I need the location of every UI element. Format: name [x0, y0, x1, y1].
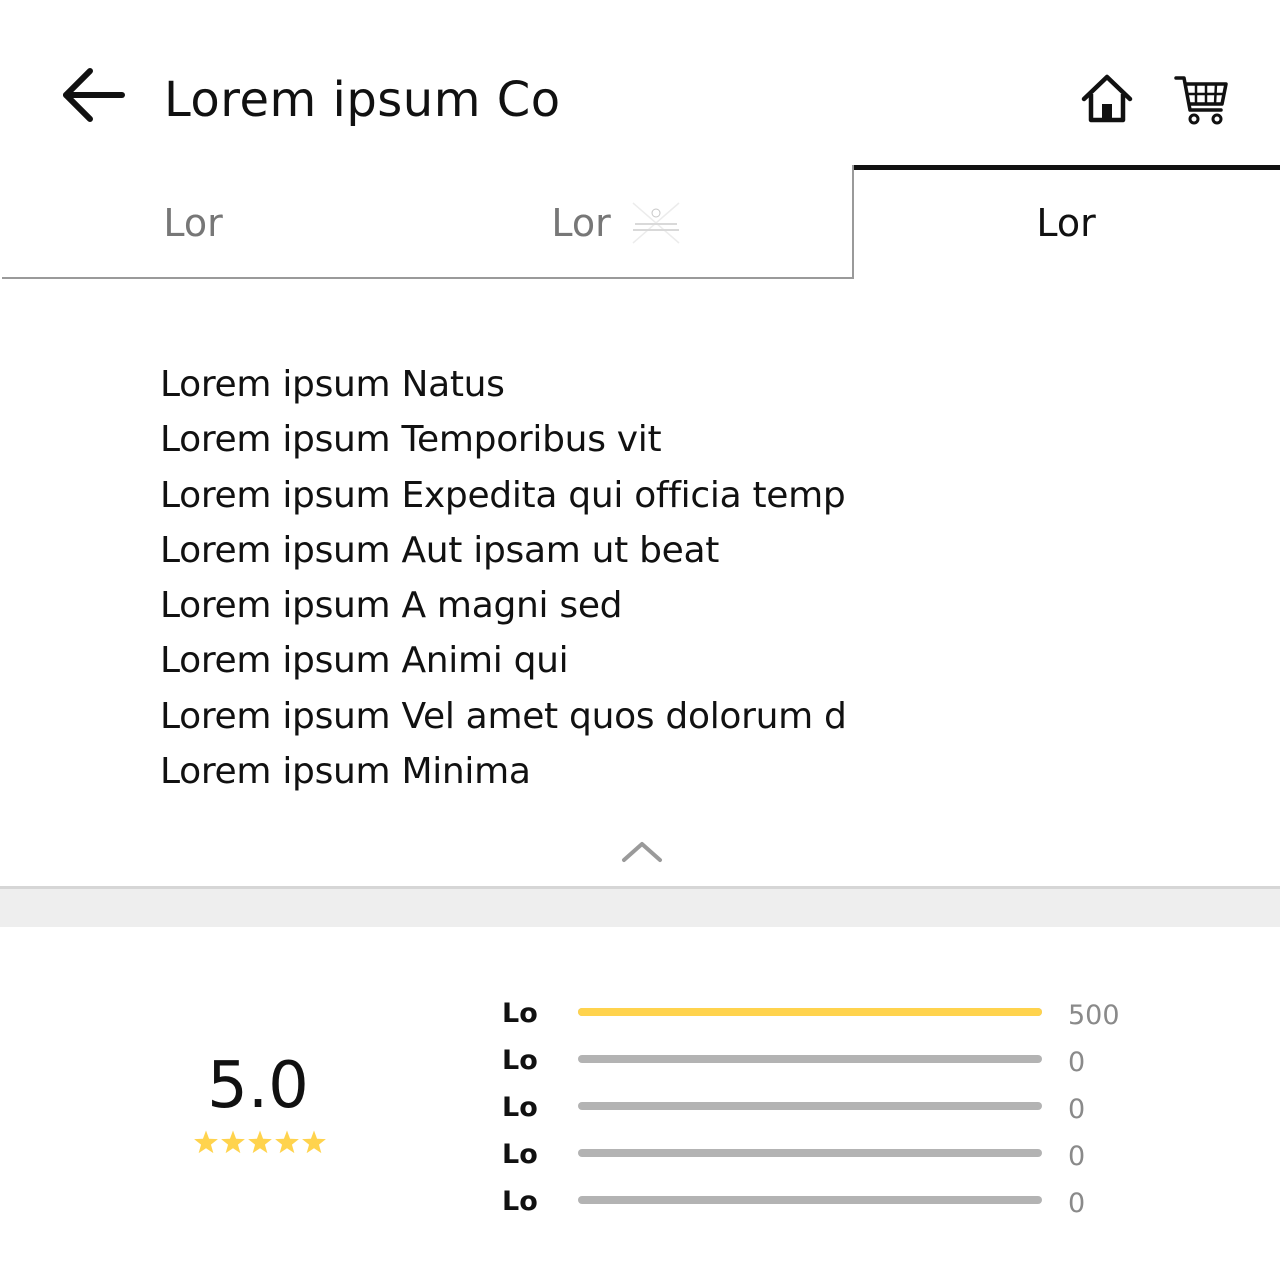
description-line: Lorem ipsum Aut ipsam ut beat: [160, 529, 720, 571]
tab-label: Lor: [551, 200, 611, 245]
collapse-button[interactable]: [618, 834, 666, 870]
rating-bar-track: [578, 1196, 1042, 1204]
tab-1[interactable]: Lor: [2, 165, 384, 280]
tab-label: Lor: [1036, 200, 1096, 245]
rating-row-count: 0: [1068, 1188, 1086, 1219]
rating-row-label: Lo: [502, 1092, 538, 1123]
description-line: Lorem ipsum A magni sed: [160, 585, 623, 627]
top-app-bar: Lorem ipsum Co: [0, 0, 1280, 165]
active-tab-border: [852, 165, 854, 279]
rating-row-label: Lo: [502, 1139, 538, 1170]
rating-row-count: 500: [1068, 1000, 1120, 1031]
page-title: Lorem ipsum Co: [164, 72, 561, 128]
rating-row-count: 0: [1068, 1141, 1086, 1172]
cart-icon: [1174, 76, 1228, 125]
rating-row: Lo 0: [0, 1041, 1280, 1081]
description-line: Lorem ipsum Animi qui: [160, 640, 569, 682]
rating-bar-track: [578, 1055, 1042, 1063]
home-icon: [1081, 74, 1133, 123]
rating-row: Lo 0: [0, 1088, 1280, 1128]
chevron-up-icon: [622, 842, 662, 862]
tab-label: Lor: [163, 200, 223, 245]
home-button[interactable]: [1080, 72, 1134, 126]
tab-badge-image: [627, 201, 685, 245]
rating-bar-track: [578, 1102, 1042, 1110]
tab-2[interactable]: Lor: [384, 165, 852, 280]
description-list: Lorem ipsum Natus Lorem ipsum Temporibus…: [160, 357, 920, 799]
tab-3[interactable]: Lor: [852, 165, 1280, 280]
description-line: Lorem ipsum Vel amet quos dolorum d: [160, 695, 847, 737]
rating-row-count: 0: [1068, 1047, 1086, 1078]
tab-divider: [2, 277, 854, 279]
back-button[interactable]: [58, 64, 128, 128]
rating-row: Lo 500: [0, 994, 1280, 1034]
description-line: Lorem ipsum Minima: [160, 751, 531, 793]
section-separator-band: [0, 889, 1280, 927]
rating-row-count: 0: [1068, 1094, 1086, 1125]
rating-bar-track: [578, 1008, 1042, 1016]
rating-bar-fill: [578, 1008, 1042, 1016]
active-tab-indicator: [852, 165, 1280, 170]
rating-bar-track: [578, 1149, 1042, 1157]
rating-row-label: Lo: [502, 998, 538, 1029]
rating-row: Lo 0: [0, 1182, 1280, 1222]
description-line: Lorem ipsum Expedita qui officia temp: [160, 474, 846, 516]
arrow-left-icon: [63, 68, 125, 122]
rating-row-label: Lo: [502, 1186, 538, 1217]
description-line: Lorem ipsum Natus: [160, 364, 505, 405]
tab-bar: Lor Lor Lor: [0, 165, 1280, 280]
cart-button[interactable]: [1173, 72, 1229, 128]
description-line: Lorem ipsum Temporibus vit: [160, 419, 662, 461]
rating-summary: 5.0 Lo 500 Lo 0 Lo 0 Lo 0 Lo 0: [0, 927, 1280, 1280]
rating-row-label: Lo: [502, 1045, 538, 1076]
rating-row: Lo 0: [0, 1135, 1280, 1175]
